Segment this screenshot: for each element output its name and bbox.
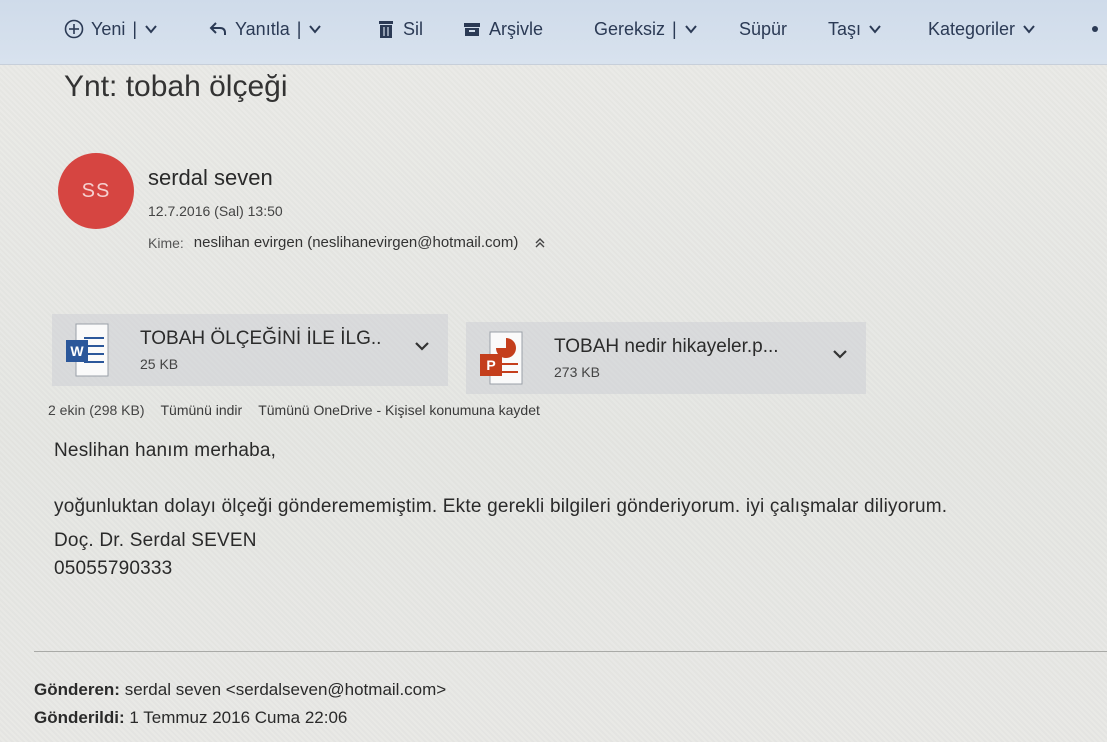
delete-button[interactable]: Sil <box>376 14 423 44</box>
attachment-size: 25 KB <box>140 356 179 372</box>
archive-label: Arşivle <box>489 18 544 39</box>
chevron-down-icon[interactable] <box>144 24 158 34</box>
junk-label: Gereksiz <box>594 18 666 39</box>
separator: | <box>132 18 138 39</box>
sender-name[interactable]: serdal seven <box>148 165 273 191</box>
to-label: Kime: <box>148 234 184 251</box>
sweep-button[interactable]: Süpür <box>739 14 787 44</box>
archive-box-icon <box>464 23 480 36</box>
save-to-onedrive-link[interactable]: Tümünü OneDrive - Kişisel konumuna kayde… <box>258 402 540 418</box>
separator: | <box>672 18 677 39</box>
signature-name: Doç. Dr. Serdal SEVEN <box>54 530 257 551</box>
body-paragraph: yoğunluktan dolayı ölçeği gönderememişti… <box>54 496 948 517</box>
collapse-chevron-icon[interactable] <box>534 237 546 249</box>
from-value: serdal seven <serdalseven@hotmail.com> <box>124 680 447 699</box>
sent-label: Gönderildi: <box>34 708 125 727</box>
quoted-from-line: Gönderen: serdal seven <serdalseven@hotm… <box>34 680 446 700</box>
sweep-label: Süpür <box>739 18 788 39</box>
move-label: Taşı <box>828 18 862 39</box>
attachment-card[interactable]: P TOBAH nedir hikayeler.p... 273 KB <box>466 322 866 394</box>
sender-avatar[interactable]: SS <box>58 153 134 229</box>
attachment-card[interactable]: W TOBAH ÖLÇEĞİNİ İLE İLG.. 25 KB <box>52 314 448 386</box>
avatar-initials: SS <box>81 179 111 202</box>
chevron-down-icon[interactable] <box>832 348 848 360</box>
delete-label: Sil <box>403 18 424 39</box>
svg-text:P: P <box>486 357 495 373</box>
reply-button[interactable]: Yanıtla | <box>208 14 322 44</box>
recipient-line: Kime: neslihan evirgen (neslihanevirgen@… <box>148 234 546 251</box>
quoted-sent-line: Gönderildi: 1 Temmuz 2016 Cuma 22:06 <box>34 708 347 728</box>
reply-label: Yanıtla <box>235 18 290 39</box>
from-label: Gönderen: <box>34 680 120 699</box>
reply-arrow-icon <box>209 22 226 35</box>
chevron-down-icon[interactable] <box>308 24 322 34</box>
recipient-value[interactable]: neslihan evirgen (neslihanevirgen@hotmai… <box>194 234 519 251</box>
quoted-divider <box>34 651 1107 652</box>
attachment-count: 2 ekin (298 KB) <box>48 402 145 418</box>
more-options-button[interactable] <box>1092 14 1098 44</box>
chevron-down-icon[interactable] <box>684 24 698 34</box>
new-button[interactable]: Yeni | <box>64 14 158 44</box>
command-toolbar: Yeni | Yanıtla | Sil Arşivle Gereksiz | <box>0 0 1107 65</box>
chevron-down-icon <box>869 25 881 34</box>
categories-button[interactable]: Kategoriler <box>928 14 1036 44</box>
chevron-down-icon <box>1023 25 1035 34</box>
sent-value: 1 Temmuz 2016 Cuma 22:06 <box>129 708 348 727</box>
attachment-name: TOBAH ÖLÇEĞİNİ İLE İLG.. <box>140 328 382 349</box>
trash-icon <box>379 21 393 38</box>
chevron-down-icon[interactable] <box>414 340 430 352</box>
download-all-link[interactable]: Tümünü indir <box>161 402 243 418</box>
move-button[interactable]: Taşı <box>828 14 882 44</box>
categories-label: Kategoriler <box>928 18 1016 39</box>
attachment-size: 273 KB <box>554 364 600 380</box>
archive-button[interactable]: Arşivle <box>462 14 543 44</box>
sent-date: 12.7.2016 (Sal) 13:50 <box>148 203 283 219</box>
new-label: Yeni <box>91 18 126 39</box>
message-subject: Ynt: tobah ölçeği <box>64 70 288 103</box>
body-greeting: Neslihan hanım merhaba, <box>54 440 277 461</box>
svg-text:W: W <box>70 343 84 359</box>
word-doc-icon: W <box>66 323 109 377</box>
more-dots-icon <box>1092 26 1098 32</box>
separator: | <box>296 18 302 39</box>
powerpoint-icon: P <box>480 331 523 385</box>
plus-circle-icon <box>64 19 84 39</box>
signature-phone: 05055790333 <box>54 558 173 579</box>
junk-button[interactable]: Gereksiz | <box>594 14 698 44</box>
attachment-summary-bar: 2 ekin (298 KB) Tümünü indir Tümünü OneD… <box>48 402 540 418</box>
attachment-name: TOBAH nedir hikayeler.p... <box>554 336 779 357</box>
